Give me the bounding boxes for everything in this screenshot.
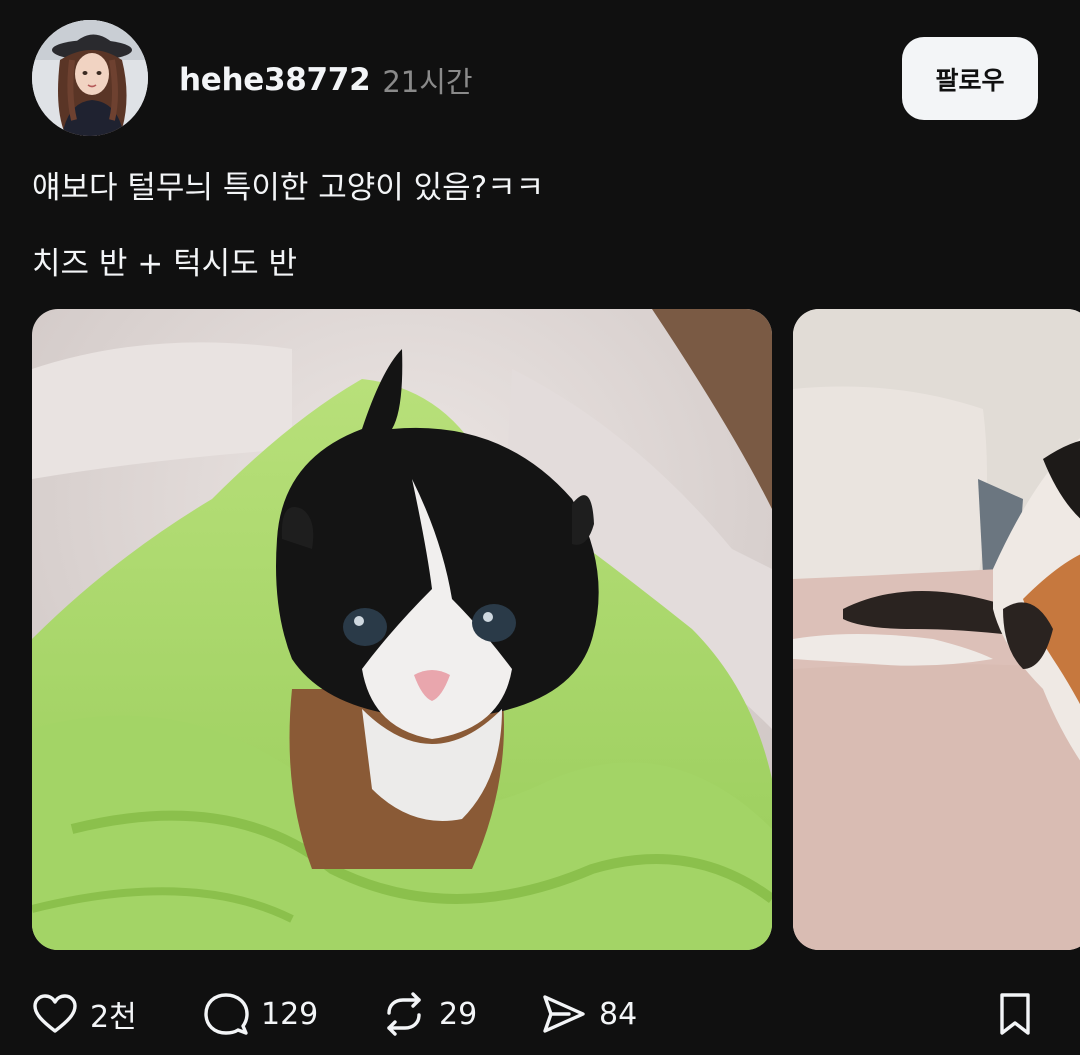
like-button[interactable]: 2천 (32, 990, 137, 1038)
kitten-photo-image (32, 309, 772, 950)
repost-button[interactable]: 29 (381, 990, 477, 1038)
like-count: 2천 (90, 1000, 137, 1035)
post-header: hehe38772 21시간 (179, 58, 473, 102)
repost-count: 29 (439, 996, 478, 1032)
post-text-line-1: 얘보다 털무늬 특이한 고양이 있음?ㅋㅋ (32, 170, 545, 206)
cat-on-bed-photo-image (793, 309, 1080, 950)
share-button[interactable]: 84 (541, 990, 637, 1038)
repost-icon (387, 992, 421, 1036)
comment-button[interactable]: 129 (203, 990, 318, 1038)
send-icon (543, 995, 585, 1033)
bookmark-icon (1000, 993, 1030, 1035)
avatar[interactable] (32, 20, 148, 136)
heart-icon (33, 994, 77, 1033)
kitten-photo[interactable] (32, 309, 772, 950)
post-text-line-2: 치즈 반 + 턱시도 반 (32, 246, 298, 282)
comment-count: 129 (261, 996, 319, 1032)
username[interactable]: hehe38772 (179, 62, 371, 98)
cat-on-bed-photo[interactable] (793, 309, 1080, 950)
follow-button[interactable]: 팔로우 (902, 37, 1038, 120)
comment-bubble-icon (204, 993, 249, 1035)
avatar-illustration (32, 20, 148, 136)
save-button[interactable] (996, 990, 1034, 1038)
post-timestamp: 21시간 (382, 65, 473, 99)
share-count: 84 (599, 996, 638, 1032)
